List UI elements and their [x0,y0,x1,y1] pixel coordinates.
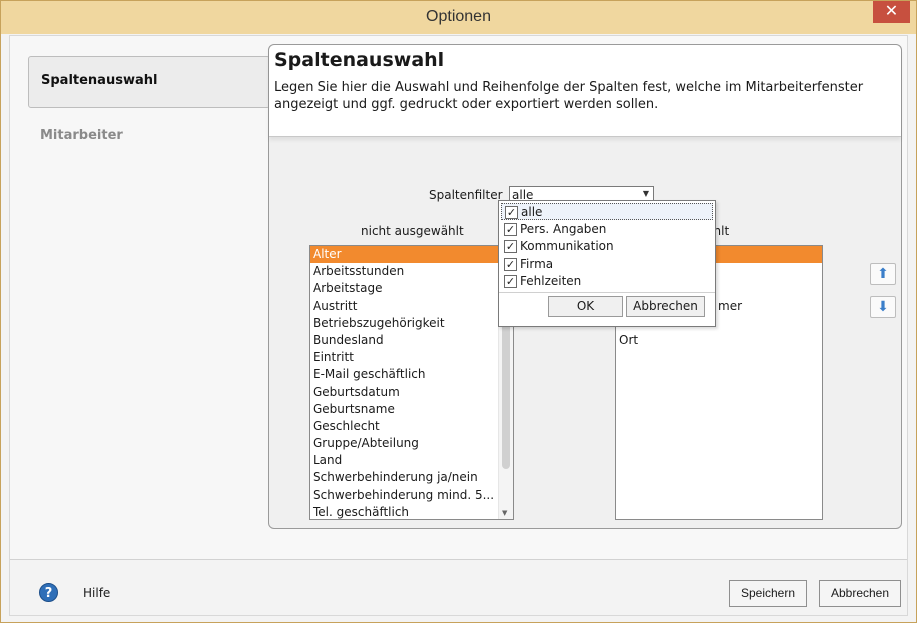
unselected-columns-list[interactable]: Alter Arbeitsstunden Arbeitstage Austritt Be… [309,245,514,520]
list-item[interactable]: Alter [310,246,513,264]
list-item[interactable]: Geburtsdatum [310,384,513,401]
list-item[interactable]: Geschlecht [310,418,513,435]
help-icon[interactable]: ? [39,583,58,602]
list-item[interactable]: Gruppe/Abteilung [310,435,513,452]
move-up-button[interactable]: ⬆ [870,263,896,285]
checkbox[interactable]: ✓ [504,240,517,253]
dropdown-option[interactable]: ✓ Firma [501,256,713,273]
dropdown-option[interactable]: ✓ alle [501,203,713,220]
page-description: Legen Sie hier die Auswahl und Reihenfol… [274,80,864,112]
unselected-columns-label: nicht ausgewählt [361,224,464,238]
save-button[interactable]: Speichern [729,580,807,607]
list-item[interactable]: Schwerbehinderung ja/nein [310,469,513,486]
title-bar: Optionen ✕ [1,1,916,34]
list-item[interactable]: E-Mail geschäftlich [310,366,513,383]
list-item[interactable]: Geburtsname [310,401,513,418]
dropdown-option-label: alle [521,205,543,219]
list-item[interactable]: Betriebszugehörigkeit [310,315,513,332]
dropdown-option[interactable]: ✓ Kommunikation [501,238,713,255]
help-link[interactable]: Hilfe [83,586,110,600]
dialog-footer: ? Hilfe Speichern Abbrechen [10,559,907,615]
list-item[interactable]: Schwerbehinderung mind. 5... [310,487,513,504]
checkbox[interactable]: ✓ [505,206,518,219]
checkbox[interactable]: ✓ [504,222,517,236]
sidebar: Spaltenauswahl Mitarbeiter [10,36,270,559]
list-item[interactable]: Arbeitstage [310,280,513,297]
arrow-down-icon: ⬇ [877,299,889,315]
list-item[interactable]: Land [310,452,513,469]
dropdown-ok-button[interactable]: OK [548,296,623,317]
dropdown-cancel-button[interactable]: Abbrechen [626,296,705,317]
page-title: Spaltenauswahl [274,49,445,71]
window-title: Optionen [426,8,491,25]
sidebar-item-spaltenauswahl[interactable]: Spaltenauswahl [28,56,270,108]
arrow-up-icon: ⬆ [877,266,889,282]
sidebar-item-mitarbeiter[interactable]: Mitarbeiter [28,120,270,172]
dropdown-option-label: Kommunikation [520,239,614,253]
close-button[interactable]: ✕ [873,1,910,23]
options-window: Optionen ✕ Spaltenauswahl Mitarbeiter Sp… [0,0,917,623]
scroll-down-icon[interactable]: ▼ [502,509,507,517]
dropdown-divider [499,292,715,293]
list-item[interactable]: Bundesland [310,332,513,349]
chevron-down-icon: ▼ [642,189,649,198]
list-item[interactable]: Austritt [310,298,513,315]
checkbox[interactable]: ✓ [504,257,517,271]
save-button-label: Speichern [740,586,796,600]
cancel-button[interactable]: Abbrechen [819,580,901,607]
section-header: Spaltenauswahl Legen Sie hier die Auswah… [269,45,901,137]
column-filter-label: Spaltenfilter [429,188,503,202]
dropdown-option-label: Firma [520,256,554,271]
dropdown-option[interactable]: ✓ Fehlzeiten [501,273,713,290]
list-item[interactable]: Eintritt [310,349,513,366]
dropdown-option[interactable]: ✓ Pers. Angaben [501,221,713,238]
column-filter-dropdown: ✓ alle ✓ Pers. Angaben ✓ Kommunikation ✓ Firma ✓… [498,200,716,327]
dropdown-option-label: Pers. Angaben [520,221,607,236]
dialog-body: Spaltenauswahl Mitarbeiter Spaltenauswah… [9,35,908,616]
dropdown-option-label: Fehlzeiten [520,274,582,288]
list-item[interactable]: Tel. geschäftlich [310,504,513,519]
list-item[interactable]: Ort [616,332,822,349]
list-item[interactable]: Arbeitsstunden [310,263,513,280]
move-down-button[interactable]: ⬇ [870,296,896,318]
checkbox[interactable]: ✓ [504,275,517,288]
cancel-button-label: Abbrechen [830,586,890,600]
